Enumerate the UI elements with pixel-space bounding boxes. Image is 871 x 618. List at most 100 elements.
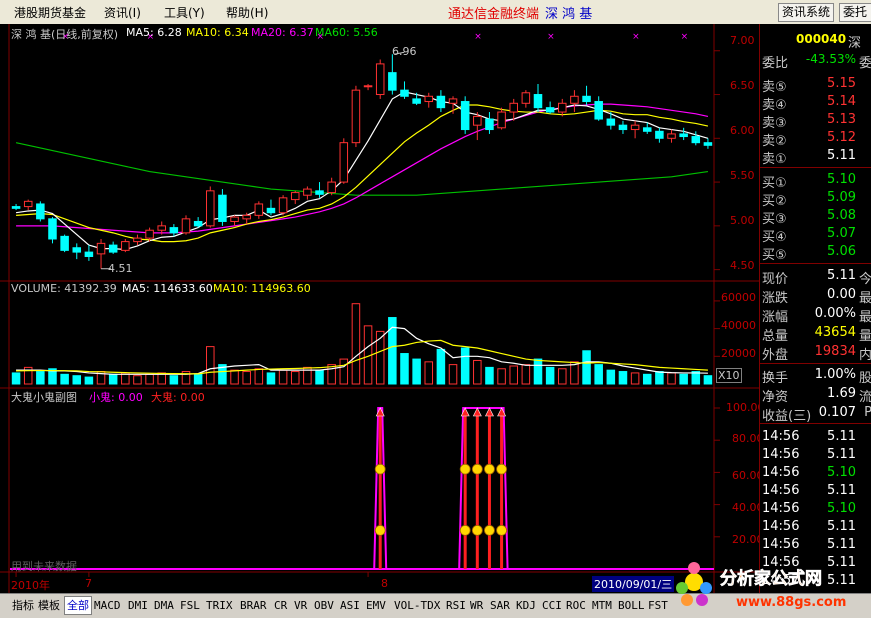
stat-row-change: 涨跌 0.00 最 — [760, 287, 871, 306]
stat-extra-volume: 量 — [858, 329, 871, 344]
tab-kdj[interactable]: KDJ — [516, 597, 536, 614]
candle-body — [485, 118, 494, 131]
volume-bar — [618, 371, 628, 385]
menu-item-info[interactable]: 资讯(I) — [104, 4, 141, 21]
tab-cci[interactable]: CCI — [542, 597, 562, 614]
tab-fsl[interactable]: FSL — [180, 597, 200, 614]
ma10-line — [16, 104, 709, 243]
tab-boll[interactable]: BOLL — [618, 597, 645, 614]
ask-price-3: 5.13 — [827, 112, 856, 127]
volume-bar — [315, 369, 324, 385]
kline-chart[interactable]: × × × × × × × — [0, 24, 759, 593]
volume-bar — [667, 372, 676, 385]
tick-price: 5.11 — [827, 483, 856, 498]
volume-unit-badge: X10 — [716, 368, 742, 383]
info-system-button[interactable]: 资讯系统 — [778, 3, 835, 22]
tab-emv[interactable]: EMV — [366, 597, 386, 614]
volume-bar — [169, 375, 179, 385]
tab-dma[interactable]: DMA — [154, 597, 174, 614]
tab-macd[interactable]: MACD — [94, 597, 121, 614]
bid-row-4: 买④ 5.07 — [760, 226, 871, 245]
candle-body — [327, 181, 336, 194]
stat-value-change: 0.00 — [827, 287, 856, 302]
ma20-label: MA20: 6.37 — [251, 26, 314, 39]
candle-body — [545, 107, 555, 113]
bid-price-4: 5.07 — [827, 226, 856, 241]
volume-bar — [72, 375, 82, 385]
candle-body — [521, 92, 531, 104]
tab-roc[interactable]: ROC — [566, 597, 586, 614]
bid-row-3: 买③ 5.08 — [760, 208, 871, 227]
candle-body — [266, 207, 276, 214]
bid-label-2: 买② — [762, 194, 787, 209]
tab-全部[interactable]: 全部 — [64, 596, 92, 615]
candle-body — [11, 206, 21, 209]
tab-sar[interactable]: SAR — [490, 597, 510, 614]
dagui-label: 大鬼: 0.00 — [151, 391, 205, 404]
menu-item-help[interactable]: 帮助(H) — [226, 4, 268, 21]
money-bag-icon — [484, 463, 495, 475]
bid-label-4: 买④ — [762, 230, 787, 245]
volume-bar — [545, 366, 555, 385]
candle-body — [570, 95, 579, 104]
tab-trix[interactable]: TRIX — [206, 597, 233, 614]
stat-label-eps: 收益(三) — [762, 409, 812, 424]
dagui-bar — [500, 414, 504, 569]
candle-body — [169, 227, 179, 234]
volume-bar — [11, 372, 21, 385]
panel-divider — [760, 363, 871, 364]
volume-bar — [533, 358, 543, 385]
tab-rsi[interactable]: RSI — [446, 597, 466, 614]
volume-bar — [84, 376, 94, 385]
tick-time: 14:56 — [762, 519, 800, 534]
menu-item-hk-futures[interactable]: 港股期货基金 — [14, 4, 86, 21]
weibi-value: -43.53% — [805, 52, 856, 66]
tab-wr[interactable]: WR — [470, 597, 483, 614]
volume-bar — [278, 369, 288, 385]
dagui-bar — [487, 414, 491, 569]
bid-price-1: 5.10 — [827, 172, 856, 187]
ma10-label: MA10: 6.34 — [186, 26, 249, 39]
volume-bar — [655, 371, 664, 385]
vol-tick-2: 40000 — [721, 319, 756, 332]
ask-label-4: 卖④ — [762, 98, 787, 113]
tab-vol-tdx[interactable]: VOL-TDX — [394, 597, 440, 614]
date-axis-start: 2010年 — [11, 579, 50, 592]
volume-bar — [400, 353, 409, 385]
site-logo: 分析家公式网 www.88gs.com — [676, 562, 846, 610]
volume-bar — [521, 364, 531, 385]
tab-mtm[interactable]: MTM — [592, 597, 612, 614]
candle-body — [72, 247, 82, 253]
candle-body — [642, 127, 652, 132]
ma20-line — [16, 103, 709, 234]
tick-row: 14:56 5.11 — [760, 483, 871, 500]
stock-code-row: 000040 深 — [760, 32, 871, 51]
panel-divider — [760, 167, 871, 168]
stat-extra-pct: 最 — [858, 310, 871, 325]
volume-bar — [339, 358, 349, 385]
trade-button[interactable]: 委托 — [839, 3, 871, 22]
tab-fst[interactable]: FST — [648, 597, 668, 614]
candle-body — [181, 218, 191, 234]
tab-指标[interactable]: 指标 — [12, 597, 34, 614]
tab-模板[interactable]: 模板 — [38, 597, 60, 614]
volume-bar — [582, 350, 591, 385]
vol-ma5-label: MA5: 114633.60 — [122, 282, 213, 295]
signal-marker-icon: × — [474, 32, 482, 42]
candle-body — [193, 220, 203, 227]
indicator-title: 大鬼小鬼副图 — [11, 391, 77, 404]
tab-asi[interactable]: ASI — [340, 597, 360, 614]
ma5-label: MA5: 6.28 — [126, 26, 182, 39]
money-bag-icon — [496, 524, 507, 536]
tab-brar[interactable]: BRAR — [240, 597, 267, 614]
money-bag-icon — [374, 463, 386, 475]
tick-price: 5.11 — [827, 447, 856, 462]
tab-dmi[interactable]: DMI — [128, 597, 148, 614]
tab-vr[interactable]: VR — [294, 597, 307, 614]
tab-obv[interactable]: OBV — [314, 597, 334, 614]
candle-body — [655, 130, 664, 139]
tab-cr[interactable]: CR — [274, 597, 287, 614]
menu-item-tools[interactable]: 工具(Y) — [164, 4, 205, 21]
chart-area[interactable]: × × × × × × × 深 鸿 基(日线,前复权) MA5: 6.28 MA10: 6.… — [0, 24, 765, 593]
price-tick-5: 5.00 — [730, 214, 755, 227]
